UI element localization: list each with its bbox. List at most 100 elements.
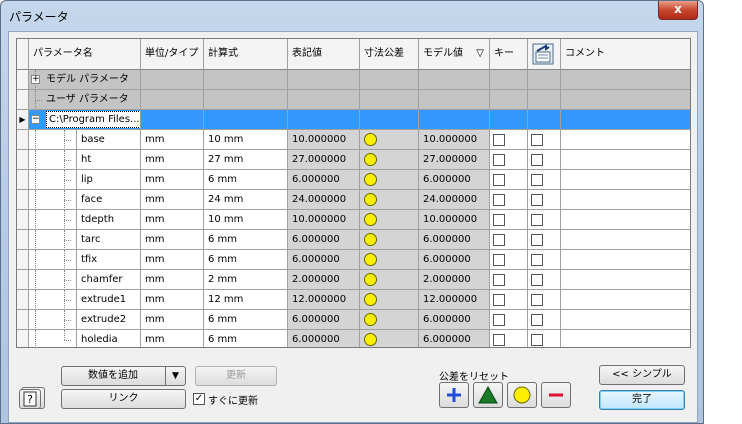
expression-cell[interactable]: 6 mm	[204, 250, 288, 270]
upper-tolerance-button[interactable]	[439, 382, 469, 408]
key-cell[interactable]	[490, 130, 528, 150]
key-cell[interactable]	[490, 150, 528, 170]
title-bar[interactable]: パラメータ x	[1, 1, 703, 31]
key-checkbox[interactable]	[493, 134, 505, 146]
tolerance-cell[interactable]	[360, 330, 419, 347]
column-header-key[interactable]: キー	[490, 39, 528, 70]
parameter-row[interactable]: tfix mm 6 mm 6.000000 6.000000	[17, 250, 690, 270]
expression-cell[interactable]: 10 mm	[204, 130, 288, 150]
comment-cell[interactable]	[561, 150, 690, 170]
unit-cell[interactable]: mm	[141, 150, 204, 170]
parameter-row[interactable]: extrude2 mm 6 mm 6.000000 6.000000	[17, 310, 690, 330]
export-checkbox[interactable]	[531, 334, 543, 346]
export-cell[interactable]	[528, 210, 561, 230]
tolerance-cell[interactable]	[360, 290, 419, 310]
parameter-row[interactable]: extrude1 mm 12 mm 12.000000 12.000000	[17, 290, 690, 310]
tolerance-cell[interactable]	[360, 130, 419, 150]
export-checkbox[interactable]	[531, 274, 543, 286]
export-checkbox[interactable]	[531, 154, 543, 166]
row-selector[interactable]	[17, 190, 29, 210]
parameter-row[interactable]: base mm 10 mm 10.000000 10.000000	[17, 130, 690, 150]
unit-cell[interactable]: mm	[141, 310, 204, 330]
key-checkbox[interactable]	[493, 254, 505, 266]
simple-view-button[interactable]: << シンプル	[599, 365, 685, 385]
tolerance-cell[interactable]	[360, 310, 419, 330]
export-cell[interactable]	[528, 310, 561, 330]
row-selector[interactable]	[17, 130, 29, 150]
key-checkbox[interactable]	[493, 294, 505, 306]
column-header-comment[interactable]: コメント	[561, 39, 690, 70]
tolerance-cell[interactable]	[360, 170, 419, 190]
parameter-name-cell[interactable]: extrude2	[29, 310, 141, 330]
key-checkbox[interactable]	[493, 194, 505, 206]
row-selector[interactable]	[17, 90, 29, 110]
nominal-tolerance-button[interactable]	[507, 382, 537, 408]
export-checkbox[interactable]	[531, 214, 543, 226]
parameter-name-cell[interactable]: ht	[29, 150, 141, 170]
lower-tolerance-button[interactable]	[541, 382, 571, 408]
row-selector[interactable]: ▶	[17, 110, 29, 130]
row-selector[interactable]	[17, 170, 29, 190]
export-cell[interactable]	[528, 170, 561, 190]
column-header-expression[interactable]: 計算式	[204, 39, 288, 70]
row-selector[interactable]	[17, 230, 29, 250]
key-checkbox[interactable]	[493, 234, 505, 246]
parameter-row[interactable]: chamfer mm 2 mm 2.000000 2.000000	[17, 270, 690, 290]
column-header-model-value[interactable]: モデル値 ▽	[419, 39, 490, 70]
expression-cell[interactable]: 12 mm	[204, 290, 288, 310]
key-checkbox[interactable]	[493, 274, 505, 286]
unit-cell[interactable]: mm	[141, 130, 204, 150]
export-cell[interactable]	[528, 130, 561, 150]
export-checkbox[interactable]	[531, 294, 543, 306]
comment-cell[interactable]	[561, 230, 690, 250]
unit-cell[interactable]: mm	[141, 170, 204, 190]
parameter-name-cell[interactable]: holedia	[29, 330, 141, 347]
key-checkbox[interactable]	[493, 334, 505, 346]
key-checkbox[interactable]	[493, 154, 505, 166]
export-cell[interactable]	[528, 270, 561, 290]
export-checkbox[interactable]	[531, 134, 543, 146]
export-cell[interactable]	[528, 190, 561, 210]
parameter-row[interactable]: ht mm 27 mm 27.000000 27.000000	[17, 150, 690, 170]
link-button[interactable]: リンク	[61, 389, 186, 409]
column-header-unit[interactable]: 単位/タイプ	[141, 39, 204, 70]
unit-cell[interactable]: mm	[141, 330, 204, 347]
parameter-row[interactable]: holedia mm 6 mm 6.000000 6.000000	[17, 330, 690, 347]
add-numeric-button[interactable]: 数値を追加 ▼	[61, 366, 186, 386]
key-cell[interactable]	[490, 310, 528, 330]
key-cell[interactable]	[490, 290, 528, 310]
expression-cell[interactable]: 27 mm	[204, 150, 288, 170]
export-cell[interactable]	[528, 290, 561, 310]
unit-cell[interactable]: mm	[141, 210, 204, 230]
comment-cell[interactable]	[561, 170, 690, 190]
comment-cell[interactable]	[561, 190, 690, 210]
comment-cell[interactable]	[561, 290, 690, 310]
close-button[interactable]: x	[658, 1, 698, 20]
export-cell[interactable]	[528, 230, 561, 250]
expression-cell[interactable]: 6 mm	[204, 310, 288, 330]
parameter-name-cell[interactable]: face	[29, 190, 141, 210]
export-checkbox[interactable]	[531, 234, 543, 246]
add-dropdown-arrow[interactable]: ▼	[165, 367, 185, 385]
tolerance-cell[interactable]	[360, 210, 419, 230]
key-cell[interactable]	[490, 330, 528, 347]
expand-icon[interactable]: +	[31, 75, 40, 84]
row-selector[interactable]	[17, 310, 29, 330]
key-cell[interactable]	[490, 250, 528, 270]
export-cell[interactable]	[528, 150, 561, 170]
key-cell[interactable]	[490, 190, 528, 210]
row-selector[interactable]	[17, 270, 29, 290]
row-selector[interactable]	[17, 70, 29, 90]
done-button[interactable]: 完了	[599, 390, 685, 410]
group-row-model-parameters[interactable]: + モデル パラメータ	[17, 70, 690, 90]
unit-cell[interactable]: mm	[141, 270, 204, 290]
update-button[interactable]: 更新	[195, 366, 277, 386]
parameter-name-cell[interactable]: lip	[29, 170, 141, 190]
row-selector[interactable]	[17, 210, 29, 230]
comment-cell[interactable]	[561, 210, 690, 230]
expression-cell[interactable]: 6 mm	[204, 170, 288, 190]
tolerance-cell[interactable]	[360, 250, 419, 270]
row-selector[interactable]	[17, 150, 29, 170]
expression-cell[interactable]: 10 mm	[204, 210, 288, 230]
export-checkbox[interactable]	[531, 174, 543, 186]
